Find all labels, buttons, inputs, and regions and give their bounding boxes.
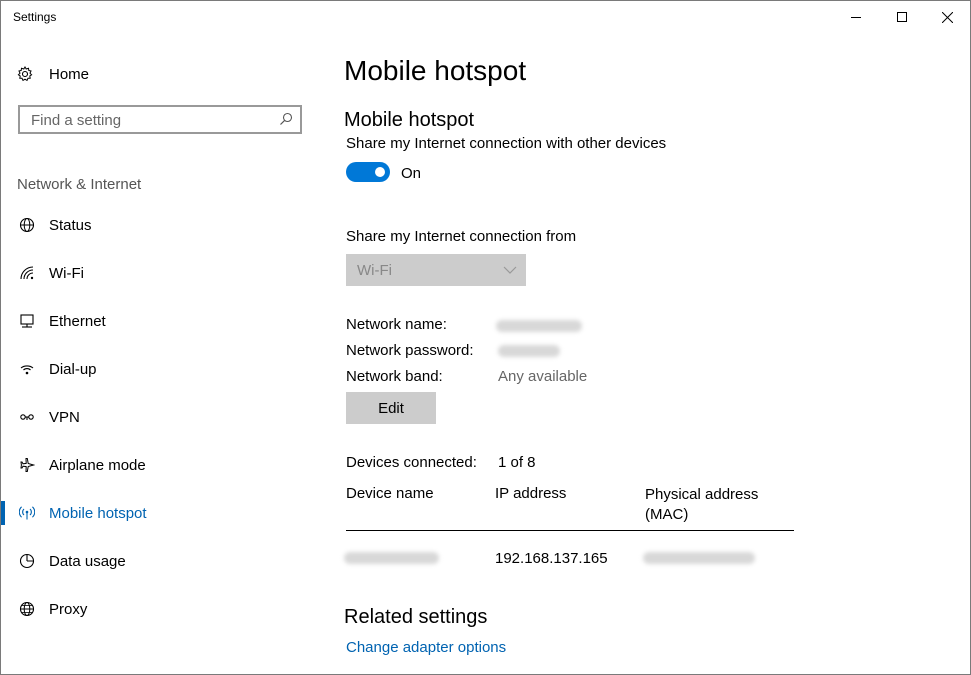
devices-connected-value: 1 of 8 xyxy=(498,454,536,471)
network-name-label: Network name: xyxy=(346,316,447,333)
globe-status-icon xyxy=(17,215,37,235)
share-description: Share my Internet connection with other … xyxy=(346,135,667,152)
devices-connected-label: Devices connected: xyxy=(346,454,477,471)
maximize-button[interactable] xyxy=(879,1,925,33)
home-label: Home xyxy=(49,65,90,83)
network-name-redacted xyxy=(496,320,582,332)
column-header-ip-address: IP address xyxy=(495,485,567,502)
share-from-dropdown[interactable]: Wi-Fi xyxy=(346,254,526,286)
vpn-icon xyxy=(17,407,37,427)
main-content: Mobile hotspot Mobile hotspot Share my I… xyxy=(344,33,964,674)
maximize-icon xyxy=(897,12,907,22)
share-from-value: Wi-Fi xyxy=(357,261,392,279)
network-password-label: Network password: xyxy=(346,342,474,359)
sidebar-item-data-usage[interactable]: Data usage xyxy=(1,541,321,581)
sidebar-item-label: Dial-up xyxy=(49,360,97,378)
minimize-button[interactable] xyxy=(833,1,879,33)
device-name-redacted xyxy=(344,552,439,564)
sidebar-item-vpn[interactable]: VPN xyxy=(1,397,321,437)
toggle-state-label: On xyxy=(401,165,422,182)
hotspot-icon xyxy=(17,503,37,523)
close-button[interactable] xyxy=(924,1,970,33)
hotspot-toggle[interactable] xyxy=(346,162,390,182)
sidebar-item-airplane-mode[interactable]: Airplane mode xyxy=(1,445,321,485)
gear-icon xyxy=(17,66,33,82)
sidebar-item-mobile-hotspot[interactable]: Mobile hotspot xyxy=(1,493,321,533)
sidebar-item-label: VPN xyxy=(49,408,80,426)
device-ip-value: 192.168.137.165 xyxy=(495,550,608,567)
dialup-icon xyxy=(17,359,37,379)
search-icon[interactable] xyxy=(279,112,293,126)
related-settings-title: Related settings xyxy=(344,606,488,628)
sidebar-item-label: Mobile hotspot xyxy=(49,504,147,522)
sidebar-item-label: Proxy xyxy=(49,600,88,618)
network-band-label: Network band: xyxy=(346,368,443,385)
share-from-label: Share my Internet connection from xyxy=(346,228,577,245)
globe-icon xyxy=(17,599,37,619)
toggle-knob xyxy=(375,167,385,177)
edit-button[interactable]: Edit xyxy=(346,392,436,424)
minimize-icon xyxy=(851,17,861,18)
ethernet-icon xyxy=(17,311,37,331)
sidebar: Home Network & Internet Status Wi-Fi xyxy=(1,33,321,674)
section-title: Mobile hotspot xyxy=(344,109,475,131)
sidebar-item-label: Ethernet xyxy=(49,312,106,330)
sidebar-item-ethernet[interactable]: Ethernet xyxy=(1,301,321,341)
close-icon xyxy=(941,11,953,23)
table-divider xyxy=(346,530,794,531)
home-nav-item[interactable]: Home xyxy=(17,63,89,85)
column-header-device-name: Device name xyxy=(346,485,434,502)
change-adapter-options-link[interactable]: Change adapter options xyxy=(346,639,506,656)
network-band-value: Any available xyxy=(498,368,588,385)
search-input[interactable] xyxy=(29,107,273,134)
sidebar-item-label: Status xyxy=(49,216,92,234)
sidebar-item-label: Airplane mode xyxy=(49,456,146,474)
section-heading: Network & Internet xyxy=(17,176,142,193)
airplane-icon xyxy=(17,455,37,475)
title-bar: Settings xyxy=(1,1,970,33)
window-title: Settings xyxy=(13,10,57,24)
sidebar-item-proxy[interactable]: Proxy xyxy=(1,589,321,629)
network-password-redacted xyxy=(498,345,560,357)
page-title: Mobile hotspot xyxy=(344,55,527,86)
data-usage-icon xyxy=(17,551,37,571)
column-header-mac: Physical address (MAC) xyxy=(645,486,759,523)
sidebar-item-status[interactable]: Status xyxy=(1,205,321,245)
wifi-icon xyxy=(17,263,37,283)
selection-indicator xyxy=(1,501,5,525)
sidebar-item-dialup[interactable]: Dial-up xyxy=(1,349,321,389)
sidebar-item-label: Data usage xyxy=(49,552,126,570)
sidebar-item-label: Wi-Fi xyxy=(49,264,84,282)
search-box[interactable] xyxy=(18,105,302,134)
sidebar-item-wifi[interactable]: Wi-Fi xyxy=(1,253,321,293)
chevron-down-icon xyxy=(503,266,517,274)
device-mac-redacted xyxy=(643,552,755,564)
settings-window: Settings Home Network & Internet xyxy=(0,0,971,675)
